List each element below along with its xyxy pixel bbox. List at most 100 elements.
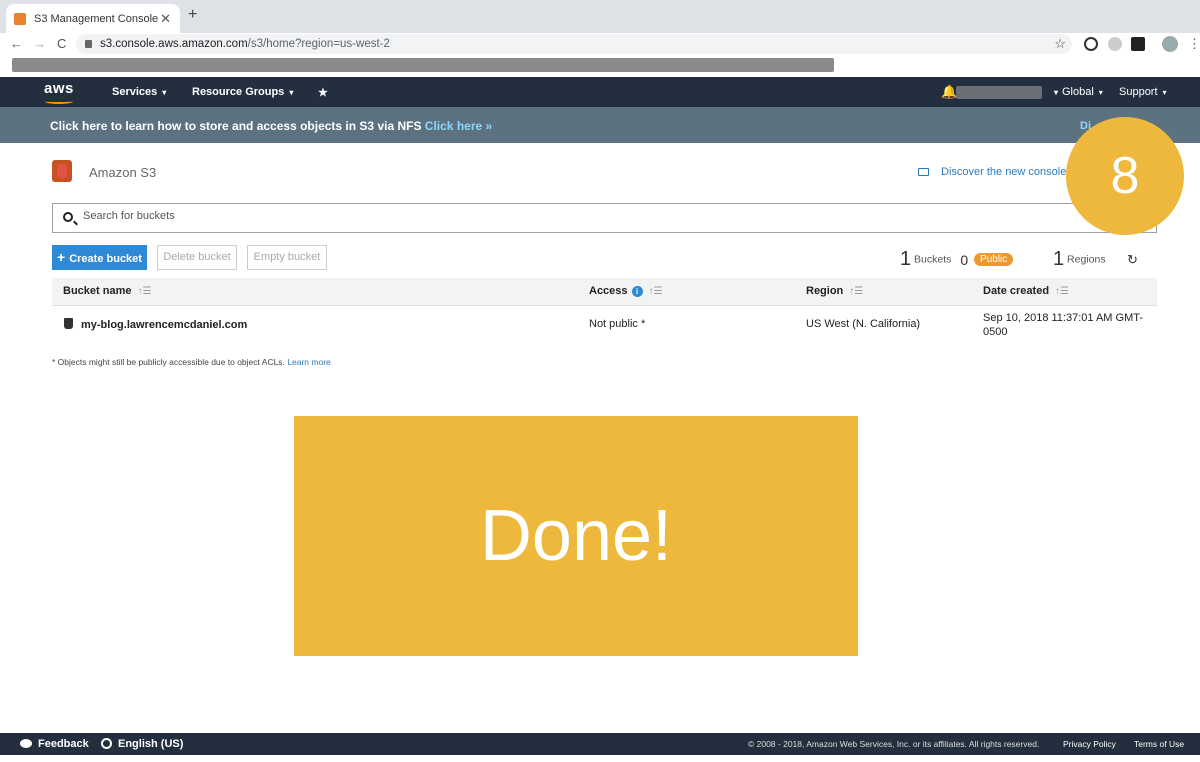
region-menu[interactable]: Global ▾ [1062, 86, 1103, 98]
account-menu-caret[interactable]: ▾ [1049, 86, 1058, 98]
privacy-policy-link[interactable]: Privacy Policy [1063, 739, 1116, 749]
sort-icon: ↑☰ [137, 286, 152, 297]
empty-bucket-button[interactable]: Empty bucket [247, 245, 327, 270]
profile-avatar[interactable] [1162, 36, 1178, 52]
table-row[interactable]: my-blog.lawrencemcdaniel.com Not public … [52, 307, 1157, 343]
banner-link[interactable]: Click here » [425, 119, 492, 133]
info-icon[interactable]: i [631, 286, 643, 297]
date-line-1: Sep 10, 2018 11:37:01 AM GMT- [983, 312, 1144, 324]
browser-menu-icon[interactable]: ⋮ [1188, 36, 1200, 52]
aws-logo[interactable]: aws [44, 80, 74, 104]
url-path: /s3/home?region=us-west-2 [247, 38, 390, 50]
column-label: Access [589, 285, 628, 297]
url-field[interactable]: s3.console.aws.amazon.com/s3/home?region… [76, 34, 1072, 54]
extension-circle-icon[interactable] [1108, 37, 1122, 51]
feedback-button[interactable]: Feedback [20, 738, 89, 750]
public-badge: Public [974, 253, 1014, 267]
feedback-label: Feedback [38, 738, 89, 750]
discover-console-link[interactable]: Discover the new console [918, 166, 1066, 178]
column-bucket-name[interactable]: Bucket name ↑☰ [63, 285, 151, 297]
redacted-bookmarks [12, 58, 834, 72]
reload-button[interactable]: C [57, 36, 66, 51]
refresh-icon[interactable]: ↻ [1127, 252, 1138, 268]
browser-tab[interactable]: S3 Management Console ✕ [6, 4, 180, 33]
column-access[interactable]: Access i ↑☰ [589, 285, 663, 297]
bucket-count-label: Buckets [914, 253, 952, 266]
bucket-count: 1 Buckets 0 Public [900, 248, 1014, 271]
aws-smile-icon [45, 99, 73, 104]
acl-footnote: * Objects might still be publicly access… [52, 357, 331, 367]
bucket-count-number: 1 [900, 248, 912, 270]
bucket-name-cell[interactable]: my-blog.lawrencemcdaniel.com [64, 318, 247, 331]
s3-logo-icon [52, 160, 72, 182]
redacted-account[interactable] [956, 86, 1042, 99]
support-menu[interactable]: Support ▾ [1119, 86, 1167, 98]
access-cell: Not public * [589, 318, 646, 330]
language-selector[interactable]: English (US) [101, 738, 183, 750]
browser-tab-bar: S3 Management Console ✕ + [0, 0, 1200, 33]
bell-icon[interactable]: 🔔 [941, 84, 957, 100]
create-bucket-button[interactable]: + Create bucket [52, 245, 147, 270]
column-label: Region [806, 285, 844, 297]
forward-button[interactable]: → [33, 36, 46, 51]
bucket-icon [64, 318, 73, 329]
search-input[interactable] [83, 210, 983, 222]
delete-bucket-button[interactable]: Delete bucket [157, 245, 237, 270]
page-title: Amazon S3 [89, 165, 157, 180]
copyright-text: © 2008 - 2018, Amazon Web Services, Inc.… [748, 739, 1040, 749]
region-count-label: Regions [1067, 253, 1106, 266]
plus-icon: + [57, 249, 66, 265]
terms-of-use-link[interactable]: Terms of Use [1134, 739, 1184, 749]
extension-info-icon[interactable] [1084, 37, 1098, 51]
tab-title: S3 Management Console [34, 12, 159, 25]
extension-amazon-icon[interactable] [1131, 37, 1145, 51]
bucket-name: my-blog.lawrencemcdaniel.com [81, 319, 248, 331]
column-label: Date created [983, 285, 1050, 297]
table-header: Bucket name ↑☰ Access i ↑☰ Region ↑☰ Date cr… [52, 278, 1157, 306]
public-count-number: 0 [960, 251, 969, 268]
video-icon [918, 168, 929, 177]
services-label: Services [112, 86, 158, 98]
globe-icon [101, 738, 112, 749]
address-bar-row: ← → C s3.console.aws.amazon.com/s3/home?… [0, 33, 1200, 55]
column-date-created[interactable]: Date created ↑☰ [983, 285, 1069, 297]
footer: Feedback English (US) © 2008 - 2018, Ama… [0, 733, 1200, 755]
date-cell: Sep 10, 2018 11:37:01 AM GMT- 0500 [983, 311, 1143, 339]
aws-logo-text: aws [44, 80, 74, 97]
resource-groups-menu[interactable]: Resource Groups ▾ [192, 86, 293, 98]
services-menu[interactable]: Services ▾ [112, 86, 166, 98]
lock-icon [85, 40, 92, 48]
discover-label: Discover the new console [941, 166, 1067, 178]
done-overlay: Done! [294, 416, 858, 656]
search-icon [63, 212, 73, 222]
back-button[interactable]: ← [10, 36, 23, 51]
sort-icon: ↑☰ [849, 286, 864, 297]
banner-text: Click here to learn how to store and acc… [50, 119, 425, 133]
create-bucket-label: Create bucket [69, 253, 142, 265]
step-number-badge: 8 [1066, 117, 1184, 235]
new-tab-button[interactable]: + [188, 6, 197, 24]
chevron-down-icon: ▾ [289, 88, 294, 97]
chevron-down-icon: ▾ [162, 88, 167, 97]
pin-icon[interactable]: ★ [318, 86, 328, 99]
search-box[interactable] [52, 203, 1157, 233]
support-label: Support [1119, 86, 1158, 98]
resource-groups-label: Resource Groups [192, 86, 285, 98]
date-line-2: 0500 [983, 326, 1008, 338]
nfs-banner: Click here to learn how to store and acc… [0, 107, 1200, 143]
bookmark-star-icon[interactable]: ☆ [1054, 34, 1066, 54]
column-region[interactable]: Region ↑☰ [806, 285, 863, 297]
sort-icon: ↑☰ [648, 286, 663, 297]
global-label: Global [1062, 86, 1094, 98]
url-domain: s3.console.aws.amazon.com [100, 38, 248, 50]
language-label: English (US) [118, 738, 184, 750]
chevron-down-icon: ▾ [1054, 88, 1059, 97]
learn-more-link[interactable]: Learn more [287, 357, 330, 367]
aws-favicon-icon [14, 12, 26, 25]
sort-icon: ↑☰ [1055, 286, 1070, 297]
close-tab-icon[interactable]: ✕ [160, 11, 171, 27]
chevron-down-icon: ▾ [1162, 88, 1167, 97]
speech-bubble-icon [20, 739, 32, 748]
region-count-number: 1 [1053, 248, 1065, 270]
region-count: 1 Regions [1053, 248, 1106, 271]
